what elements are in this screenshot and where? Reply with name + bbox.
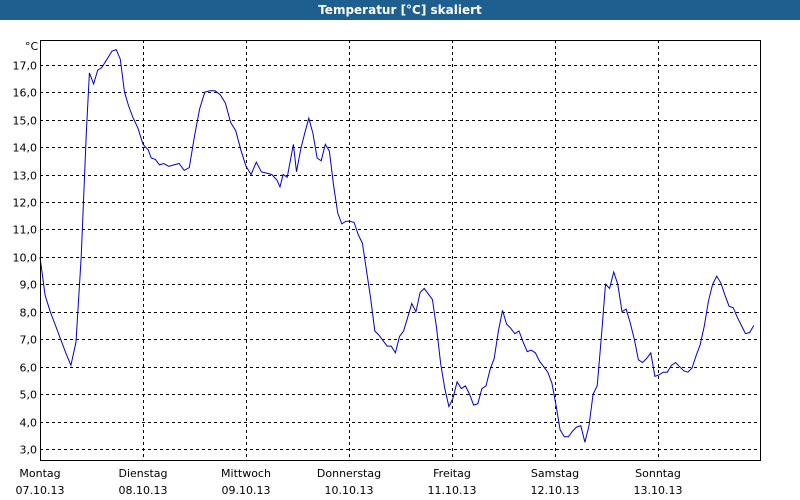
- y-tick-label: 16,0: [13, 87, 38, 100]
- y-tick-label: 12,0: [13, 197, 38, 210]
- x-tick-date: 08.10.13: [119, 484, 168, 497]
- temperature-chart: 3,0 4,0 5,0 6,0 7,0 8,0 9,0 10,0 11,0 12,0 13,0 14,…: [0, 20, 800, 500]
- x-tick-day-name: Sonntag: [635, 467, 681, 480]
- x-tick-day-name: Donnerstag: [317, 467, 381, 480]
- y-axis-unit-label: °C: [25, 40, 39, 53]
- x-tick-day-name: Freitag: [433, 467, 471, 480]
- y-tick-label: 9,0: [20, 279, 38, 292]
- x-tick-date: 13.10.13: [634, 484, 683, 497]
- x-tick-date: 10.10.13: [325, 484, 374, 497]
- y-tick-label: 14,0: [13, 142, 38, 155]
- y-tick-label: 6,0: [20, 362, 38, 375]
- y-tick-label: 5,0: [20, 389, 38, 402]
- x-tick-day-name: Mittwoch: [221, 467, 271, 480]
- x-tick-date: 11.10.13: [428, 484, 477, 497]
- y-tick-label: 17,0: [13, 60, 38, 73]
- y-tick-label: 11,0: [13, 224, 38, 237]
- y-tick-label: 13,0: [13, 170, 38, 183]
- x-tick-date: 12.10.13: [531, 484, 580, 497]
- y-tick-label: 4,0: [20, 417, 38, 430]
- chart-title-bar: Temperatur [°C] skaliert: [0, 0, 800, 20]
- y-tick-label: 10,0: [13, 252, 38, 265]
- y-tick-label: 7,0: [20, 334, 38, 347]
- x-tick-day-name: Dienstag: [118, 467, 167, 480]
- x-tick-date: 09.10.13: [222, 484, 271, 497]
- y-tick-label: 8,0: [20, 307, 38, 320]
- x-tick-date: 07.10.13: [16, 484, 65, 497]
- y-tick-label: 3,0: [20, 444, 38, 457]
- x-tick-day-name: Montag: [19, 467, 60, 480]
- chart-title: Temperatur [°C] skaliert: [318, 3, 482, 17]
- x-tick-day-name: Samstag: [531, 467, 579, 480]
- y-tick-label: 15,0: [13, 115, 38, 128]
